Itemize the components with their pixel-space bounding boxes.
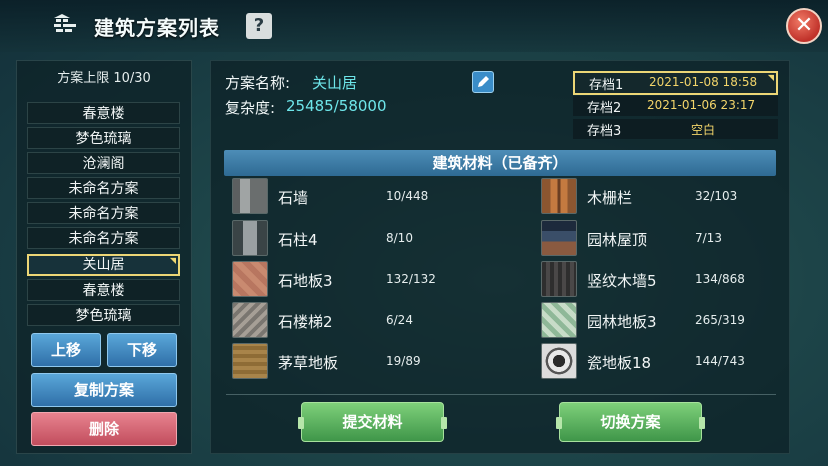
material-name: 木栅栏 [587,189,633,207]
save-slot-name: 存档3 [587,124,622,139]
plan-label: 梦色琉璃 [75,131,132,147]
material-item: 竖纹木墙5 134/868 [541,261,781,299]
material-name: 石楼梯2 [278,313,333,331]
plan-item[interactable]: 梦色琉璃 [27,304,180,326]
copy-plan-button[interactable]: 复制方案 [31,373,177,407]
plan-label: 梦色琉璃 [75,308,132,324]
material-count: 265/319 [695,313,745,327]
stone-wall-icon [232,178,268,214]
material-item: 园林屋顶 7/13 [541,220,781,258]
button-tab [556,417,562,429]
button-tab [441,417,447,429]
plan-name-value: 关山居 [312,74,358,92]
material-item: 木栅栏 32/103 [541,178,781,216]
plan-quota: 方案上限 10/30 [57,71,151,86]
move-up-button[interactable]: 上移 [31,333,101,367]
save-slot-date: 空白 [691,123,716,137]
save-slot-selected[interactable]: 存档1 2021-01-08 18:58 ◥ [573,71,778,95]
switch-plan-label: 切换方案 [600,413,661,431]
material-name: 瓷地板18 [587,354,652,372]
plan-item[interactable]: 春意楼 [27,102,180,124]
submit-materials-button[interactable]: 提交材料 [298,402,447,442]
stone-floor-icon [232,261,268,297]
material-count: 8/10 [386,231,413,245]
plan-list-panel: 方案上限 10/30 春意楼 梦色琉璃 沧澜阁 未命名方案 未命名方案 未命名方… [16,60,192,454]
plan-item[interactable]: 梦色琉璃 [27,127,180,149]
save-slot[interactable]: 存档3 空白 [573,119,778,139]
material-name: 石柱4 [278,231,318,249]
material-item: 石地板3 132/132 [232,261,492,299]
button-tab [298,417,304,429]
material-count: 32/103 [695,189,738,203]
save-slot-date: 2021-01-06 23:17 [647,98,756,112]
material-item: 茅草地板 19/89 [232,343,492,381]
material-item: 园林地板3 265/319 [541,302,781,340]
material-item: 石墙 10/448 [232,178,492,216]
material-item: 石楼梯2 6/24 [232,302,492,340]
corner-mark-icon: ◥ [169,256,176,265]
close-button[interactable]: ✕ [786,8,822,44]
stone-stairs-icon [232,302,268,338]
plan-item[interactable]: 未命名方案 [27,227,180,249]
save-slot-name: 存档1 [589,78,624,93]
divider [226,394,776,395]
tile-floor-icon [541,343,577,379]
complexity-label: 复杂度: [225,99,276,117]
button-tab [699,417,705,429]
material-item: 瓷地板18 144/743 [541,343,781,381]
plan-label: 关山居 [82,257,125,273]
corner-mark-icon: ◥ [767,73,774,82]
plan-label: 春意楼 [82,106,125,122]
plan-item[interactable]: 未命名方案 [27,177,180,199]
material-count: 10/448 [386,189,429,203]
help-button[interactable]: ? [246,13,272,39]
complexity-value: 25485/58000 [286,97,387,115]
plan-item[interactable]: 未命名方案 [27,202,180,224]
stone-pillar-icon [232,220,268,256]
material-count: 7/13 [695,231,722,245]
plan-label: 沧澜阁 [82,156,125,172]
material-name: 石地板3 [278,272,333,290]
building-icon [48,8,82,42]
material-count: 134/868 [695,272,745,286]
plan-item-selected[interactable]: 关山居 ◥ [27,254,180,276]
pencil-icon [478,76,489,87]
save-slot-date: 2021-01-08 18:58 [649,75,758,89]
material-count: 144/743 [695,354,745,368]
plan-label: 未命名方案 [68,231,139,247]
page-title: 建筑方案列表 [94,16,220,40]
plan-item[interactable]: 春意楼 [27,279,180,301]
material-name: 茅草地板 [278,354,339,372]
material-name: 园林地板3 [587,313,657,331]
delete-button[interactable]: 删除 [31,412,177,446]
material-count: 6/24 [386,313,413,327]
plan-name-label: 方案名称: [225,74,291,92]
thatch-floor-icon [232,343,268,379]
save-slot-name: 存档2 [587,101,622,116]
garden-floor-icon [541,302,577,338]
submit-materials-label: 提交材料 [342,413,403,431]
material-count: 132/132 [386,272,436,286]
material-item: 石柱4 8/10 [232,220,492,258]
material-name: 石墙 [278,189,309,207]
plan-item[interactable]: 沧澜阁 [27,152,180,174]
plan-label: 未命名方案 [68,206,139,222]
save-slot[interactable]: 存档2 2021-01-06 23:17 [573,96,778,116]
garden-roof-icon [541,220,577,256]
material-name: 园林屋顶 [587,231,648,249]
wood-fence-icon [541,178,577,214]
wood-wall-icon [541,261,577,297]
materials-header: 建筑材料（已备齐） [224,150,776,176]
plan-label: 春意楼 [82,283,125,299]
material-count: 19/89 [386,354,421,368]
material-name: 竖纹木墙5 [587,272,657,290]
move-down-button[interactable]: 下移 [107,333,177,367]
plan-label: 未命名方案 [68,181,139,197]
switch-plan-button[interactable]: 切换方案 [556,402,705,442]
edit-name-button[interactable] [472,71,494,93]
